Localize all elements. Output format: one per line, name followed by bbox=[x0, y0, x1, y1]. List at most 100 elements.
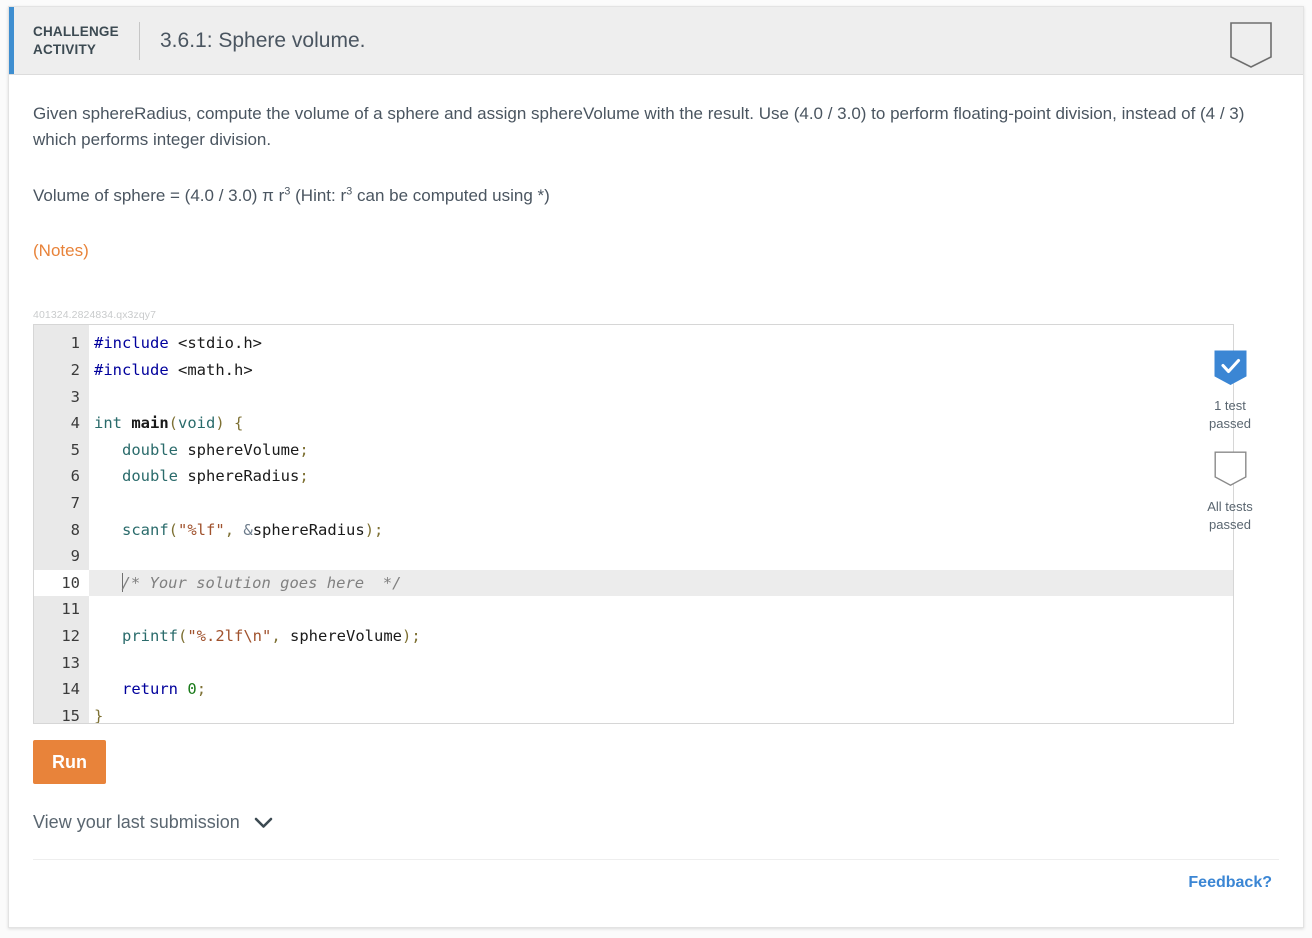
line-number: 9 bbox=[70, 547, 80, 566]
line-number: 2 bbox=[70, 360, 80, 379]
line-number: 14 bbox=[61, 680, 80, 699]
code-token: double bbox=[122, 467, 178, 486]
code-token: ( bbox=[168, 520, 179, 539]
code-token: <math.h> bbox=[178, 360, 253, 379]
code-token: return bbox=[122, 680, 178, 699]
code-line[interactable]: 5 double sphereVolume; bbox=[34, 437, 1233, 464]
header-kicker-line1: CHALLENGE bbox=[33, 24, 119, 40]
code-line[interactable]: 13 bbox=[34, 650, 1233, 677]
code-token: void bbox=[178, 414, 216, 433]
formula-prefix: Volume of sphere = (4.0 / 3.0) π r bbox=[33, 185, 285, 205]
code-token: "%.2lf\n" bbox=[187, 626, 272, 645]
line-number: 13 bbox=[61, 653, 80, 672]
code-token: ( bbox=[168, 414, 179, 433]
code-line[interactable]: 12 printf("%.2lf\n", sphereVolume); bbox=[34, 623, 1233, 650]
activity-footer: Feedback? bbox=[33, 860, 1279, 892]
code-line[interactable]: 1 #include <stdio.h> bbox=[34, 330, 1233, 357]
code-line[interactable]: 6 double sphereRadius; bbox=[34, 463, 1233, 490]
code-line[interactable]: 4 int main(void) { bbox=[34, 410, 1233, 437]
line-number: 11 bbox=[61, 600, 80, 619]
test-result-item[interactable]: All tests passed bbox=[1184, 451, 1276, 533]
pentagon-check-filled-icon bbox=[1184, 350, 1276, 391]
code-token: sphereRadius bbox=[252, 520, 365, 539]
prompt-paragraph-1: Given sphereRadius, compute the volume o… bbox=[33, 104, 1245, 150]
code-activity-id: 401324.2824834.qx3zqy7 bbox=[33, 309, 157, 322]
prompt-text: Given sphereRadius, compute the volume o… bbox=[33, 75, 1248, 264]
test-result-item[interactable]: 1 test passed bbox=[1184, 350, 1276, 432]
code-token: ; bbox=[299, 467, 309, 486]
formula-mid: (Hint: r bbox=[290, 185, 347, 205]
code-line[interactable]: 14 return 0; bbox=[34, 676, 1233, 703]
code-token: double bbox=[122, 440, 178, 459]
code-line-text: int main(void) { bbox=[89, 410, 243, 437]
code-line[interactable]: 10 /* Your solution goes here */ bbox=[34, 569, 1233, 597]
code-token: int bbox=[94, 414, 122, 433]
code-line-text: } bbox=[89, 703, 104, 725]
line-number: 15 bbox=[61, 706, 80, 725]
code-token: sphereVolume bbox=[178, 440, 300, 459]
code-line-text: #include <stdio.h> bbox=[89, 330, 262, 357]
code-line[interactable]: 11 bbox=[34, 596, 1233, 623]
pentagon-outline-icon bbox=[1184, 451, 1276, 492]
code-token: ); bbox=[364, 520, 384, 539]
line-number: 1 bbox=[70, 334, 80, 353]
code-token: <stdio.h> bbox=[178, 334, 262, 353]
line-number: 6 bbox=[70, 467, 80, 486]
view-last-submission-label: View your last submission bbox=[33, 812, 240, 833]
code-line[interactable]: 7 bbox=[34, 490, 1233, 517]
code-token: /* Your solution goes here */ bbox=[121, 573, 402, 592]
code-line-text: printf("%.2lf\n", sphereVolume); bbox=[89, 623, 421, 650]
header-kicker: CHALLENGE ACTIVITY bbox=[33, 23, 133, 58]
code-token: main bbox=[131, 414, 169, 433]
line-number: 4 bbox=[70, 414, 80, 433]
code-line[interactable]: 3 bbox=[34, 384, 1233, 411]
code-token: & bbox=[243, 520, 253, 539]
header-accent-bar bbox=[9, 7, 14, 74]
code-token: #include bbox=[94, 334, 169, 353]
page-title: 3.6.1: Sphere volume. bbox=[160, 28, 366, 52]
test-result-label: All tests passed bbox=[1184, 498, 1276, 533]
code-token: printf bbox=[122, 626, 178, 645]
code-line[interactable]: 2 #include <math.h> bbox=[34, 357, 1233, 384]
code-token: ); bbox=[402, 626, 421, 645]
test-result-label-line1: 1 test bbox=[1214, 398, 1246, 413]
activity-card: CHALLENGE ACTIVITY 3.6.1: Sphere volume.… bbox=[8, 6, 1304, 928]
notes-link[interactable]: (Notes) bbox=[33, 238, 1248, 264]
chevron-down-icon[interactable] bbox=[254, 817, 273, 829]
code-token: } bbox=[94, 706, 104, 725]
code-token: sphereVolume bbox=[280, 626, 403, 645]
code-editor[interactable]: 1 #include <stdio.h> 2 #include <math.h> 3 4 i… bbox=[33, 324, 1234, 725]
code-line[interactable]: 8 scanf("%lf", &sphereRadius); bbox=[34, 517, 1233, 544]
code-token: scanf bbox=[122, 520, 169, 539]
pentagon-bookmark-outline-icon[interactable] bbox=[1229, 21, 1273, 74]
code-line-text: return 0; bbox=[89, 676, 206, 703]
run-button[interactable]: Run bbox=[33, 740, 106, 785]
code-token: , bbox=[224, 520, 235, 539]
view-last-submission-toggle[interactable]: View your last submission bbox=[33, 812, 1279, 861]
code-token: ; bbox=[196, 680, 207, 699]
prompt-formula: Volume of sphere = (4.0 / 3.0) π r3 (Hin… bbox=[33, 183, 1248, 209]
code-editor-wrapper: 1 #include <stdio.h> 2 #include <math.h> 3 4 i… bbox=[33, 324, 1279, 725]
formula-suffix: can be computed using *) bbox=[352, 185, 550, 205]
code-line-text: scanf("%lf", &sphereRadius); bbox=[89, 517, 383, 544]
test-result-label-line2: passed bbox=[1209, 415, 1251, 431]
code-token: 0 bbox=[187, 680, 197, 699]
test-results-panel: 1 test passed All tests passed bbox=[1184, 350, 1276, 533]
code-line[interactable]: 9 bbox=[34, 543, 1233, 570]
code-line-text: double sphereRadius; bbox=[89, 463, 309, 490]
code-line[interactable]: 15} bbox=[34, 703, 1233, 725]
line-number: 3 bbox=[70, 387, 80, 406]
code-token: sphereRadius bbox=[178, 467, 300, 486]
feedback-link[interactable]: Feedback? bbox=[1188, 874, 1272, 892]
